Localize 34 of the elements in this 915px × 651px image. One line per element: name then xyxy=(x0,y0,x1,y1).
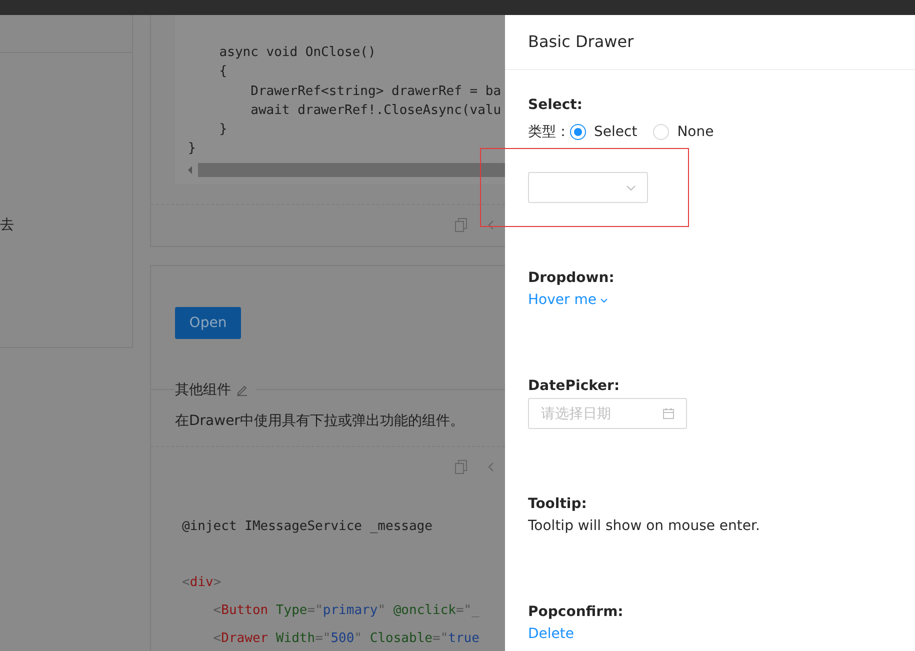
copy-icon[interactable] xyxy=(455,460,467,474)
chevron-down-icon xyxy=(600,298,608,302)
section-label: Select: xyxy=(528,96,582,115)
code-line: <Drawer Width="500" Closable="true xyxy=(212,630,480,648)
sidebar-text: 去 xyxy=(0,216,14,235)
chevron-down-icon xyxy=(626,184,636,190)
scrollbar[interactable] xyxy=(188,162,505,177)
code-line: DrawerRef<string> drawerRef = ba xyxy=(250,82,502,101)
select-field[interactable] xyxy=(528,172,648,203)
section-description: 在Drawer中使用具有下拉或弹出功能的组件。 xyxy=(175,412,464,431)
tooltip-trigger-text[interactable]: Tooltip will show on mouse enter. xyxy=(528,515,760,537)
section-label: Tooltip: xyxy=(528,495,587,514)
code-line: @inject IMessageService _message xyxy=(182,518,432,536)
copy-icon[interactable] xyxy=(455,218,467,232)
section-label: DatePicker: xyxy=(528,377,620,396)
radio-option[interactable]: Select xyxy=(570,121,638,143)
radio-button[interactable] xyxy=(570,124,586,140)
section-label: Popconfirm: xyxy=(528,603,624,622)
code-line: } xyxy=(218,121,228,140)
code-line: async void OnClose() xyxy=(218,44,376,62)
code-line: { xyxy=(218,63,228,82)
section-title: 其他组件 xyxy=(175,380,231,400)
code-line: <Button Type="primary" @onclick="_ xyxy=(212,602,480,620)
calendar-icon xyxy=(663,408,674,419)
radio-option[interactable]: None xyxy=(653,121,714,143)
code-line: await drawerRef!.CloseAsync(valu xyxy=(250,102,502,120)
code-line: } xyxy=(188,140,196,158)
radio-group-label: 类型： xyxy=(528,123,570,142)
date-input[interactable]: 请选择日期 xyxy=(541,406,651,422)
edit-icon[interactable] xyxy=(236,384,248,396)
code-line: <div> xyxy=(182,574,222,592)
section-label: Dropdown: xyxy=(528,269,614,288)
drawer-title: Basic Drawer xyxy=(528,31,634,53)
date-picker-field[interactable]: 请选择日期 xyxy=(528,398,687,429)
